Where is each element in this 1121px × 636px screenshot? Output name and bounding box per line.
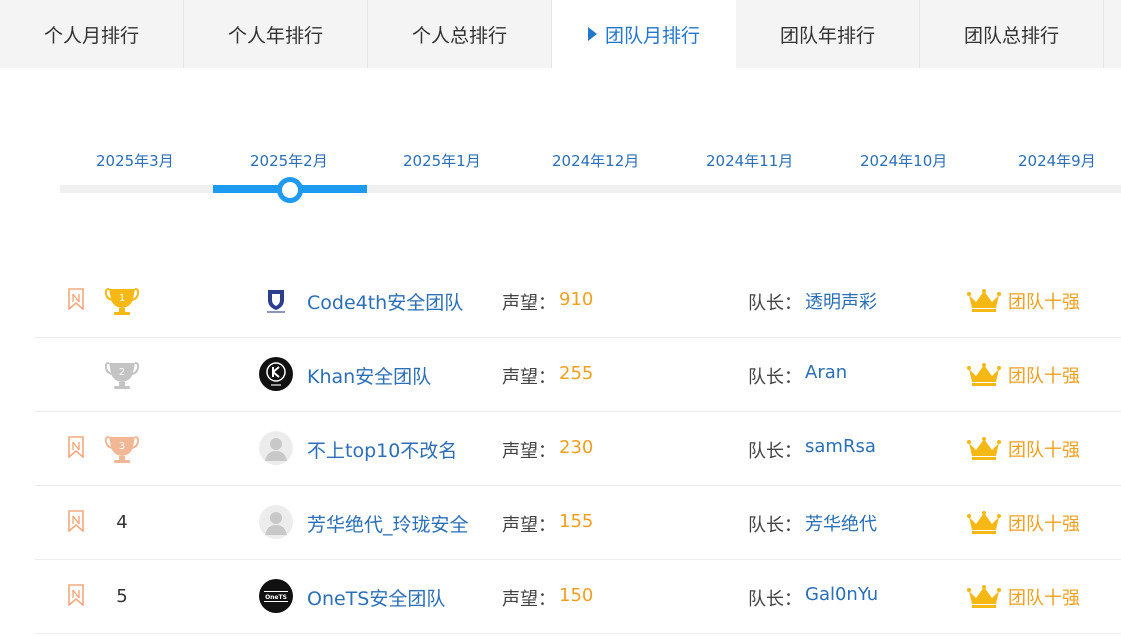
captain-name-link[interactable]: Aran (805, 362, 847, 383)
reputation-label: 声望： (502, 367, 556, 388)
team-avatar[interactable]: OneTS (259, 579, 293, 613)
shield-logo-icon (267, 290, 285, 313)
rank-number: 4 (116, 511, 128, 533)
rank-number: 2 (119, 367, 125, 378)
tab-label: 团队年排行 (779, 24, 875, 47)
captain-label: 队长： (748, 367, 802, 388)
top-ten-badge: 团队十强 (1008, 440, 1080, 461)
tab-label: 团队总排行 (963, 24, 1059, 47)
top-ten-badge: 团队十强 (1008, 366, 1080, 387)
ranking-list: 1 Code4th安全团队 声望： 910 队长： 透明声彩 团队十强 2 Kh… (35, 264, 1121, 634)
reputation-label: 声望： (502, 293, 556, 314)
tab-personal-monthly[interactable]: 个人月排行 (0, 0, 184, 68)
team-name-link[interactable]: Code4th安全团队 (307, 288, 463, 315)
top-ten-badge: 团队十强 (1008, 514, 1080, 535)
team-name-link[interactable]: Khan安全团队 (307, 362, 431, 389)
timeline-month[interactable]: 2024年9月 (1018, 150, 1096, 171)
captain-name-link[interactable]: 透明声彩 (805, 288, 877, 314)
tab-team-total[interactable]: 团队总排行 (920, 0, 1104, 68)
ranking-row: 4 芳华绝代_玲珑安全 声望： 155 队长： 芳华绝代 团队十强 (35, 486, 1121, 560)
rank-number: 1 (119, 293, 125, 304)
tab-team-yearly[interactable]: 团队年排行 (736, 0, 920, 68)
silver-trophy-icon: 2 (105, 362, 139, 389)
crown-icon (967, 437, 1001, 460)
timeline-month[interactable]: 2024年10月 (860, 150, 947, 171)
tab-personal-total[interactable]: 个人总排行 (368, 0, 552, 68)
captain-name-link[interactable]: 芳华绝代 (805, 510, 877, 536)
timeline-month[interactable]: 2024年12月 (552, 150, 639, 171)
top-ten-badge: 团队十强 (1008, 292, 1080, 313)
captain-label: 队长： (748, 589, 802, 610)
reputation-value: 155 (559, 511, 594, 532)
bookmark-icon[interactable] (68, 584, 84, 606)
crown-icon (967, 585, 1001, 608)
ranking-row: 3 不上top10不改名 声望： 230 队长： samRsa 团队十强 (35, 412, 1121, 486)
tab-label: 个人总排行 (411, 24, 507, 47)
rank-number: 3 (119, 441, 125, 452)
svg-text:OneTS: OneTS (265, 594, 287, 601)
reputation-label: 声望： (502, 589, 556, 610)
active-arrow-icon (587, 27, 597, 41)
team-avatar[interactable] (259, 357, 293, 391)
bronze-trophy-icon: 3 (105, 436, 139, 463)
gold-trophy-icon: 1 (105, 288, 139, 315)
captain-name-link[interactable]: samRsa (805, 436, 876, 457)
team-avatar[interactable] (259, 283, 293, 317)
ranking-row: 5 OneTS OneTS安全团队 声望： 150 队长： Gal0nYu 团队… (35, 560, 1121, 634)
captain-label: 队长： (748, 293, 802, 314)
reputation-value: 230 (559, 437, 594, 458)
captain-name-link[interactable]: Gal0nYu (805, 584, 878, 605)
bookmark-icon[interactable] (68, 510, 84, 532)
timeline-month[interactable]: 2025年2月 (250, 150, 328, 171)
ranking-tabs: 个人月排行 个人年排行 个人总排行 团队月排行 团队年排行 团队总排行 (0, 0, 1121, 68)
default-user-icon (265, 438, 287, 461)
k-logo-icon (266, 362, 286, 386)
reputation-value: 910 (559, 289, 594, 310)
team-avatar[interactable] (259, 431, 293, 465)
tab-personal-yearly[interactable]: 个人年排行 (184, 0, 368, 68)
reputation-label: 声望： (502, 441, 556, 462)
top-ten-badge: 团队十强 (1008, 588, 1080, 609)
timeline-month[interactable]: 2025年3月 (96, 150, 174, 171)
default-user-icon (265, 512, 287, 535)
rank-number: 5 (116, 585, 128, 607)
captain-label: 队长： (748, 441, 802, 462)
reputation-value: 150 (559, 585, 594, 606)
tab-label: 个人年排行 (227, 24, 323, 47)
bookmark-icon[interactable] (68, 288, 84, 310)
timeline-month[interactable]: 2025年1月 (403, 150, 481, 171)
crown-icon (967, 363, 1001, 386)
ranking-row: 2 Khan安全团队 声望： 255 队长： Aran 团队十强 (35, 338, 1121, 412)
month-timeline: 2025年3月 2025年2月 2025年1月 2024年12月 2024年11… (0, 140, 1121, 210)
tab-label: 个人月排行 (43, 24, 139, 47)
team-avatar[interactable] (259, 505, 293, 539)
tab-label: 团队月排行 (604, 24, 700, 47)
crown-icon (967, 511, 1001, 534)
reputation-value: 255 (559, 363, 594, 384)
team-name-link[interactable]: OneTS安全团队 (307, 584, 445, 611)
tab-team-monthly[interactable]: 团队月排行 (552, 0, 736, 68)
captain-label: 队长： (748, 515, 802, 536)
ranking-row: 1 Code4th安全团队 声望： 910 队长： 透明声彩 团队十强 (35, 264, 1121, 338)
team-name-link[interactable]: 芳华绝代_玲珑安全 (307, 510, 469, 537)
onets-logo-icon: OneTS (264, 591, 288, 602)
reputation-label: 声望： (502, 515, 556, 536)
crown-icon (967, 289, 1001, 312)
timeline-month[interactable]: 2024年11月 (706, 150, 793, 171)
timeline-handle[interactable] (277, 177, 303, 203)
bookmark-icon[interactable] (68, 436, 84, 458)
team-name-link[interactable]: 不上top10不改名 (307, 436, 457, 463)
